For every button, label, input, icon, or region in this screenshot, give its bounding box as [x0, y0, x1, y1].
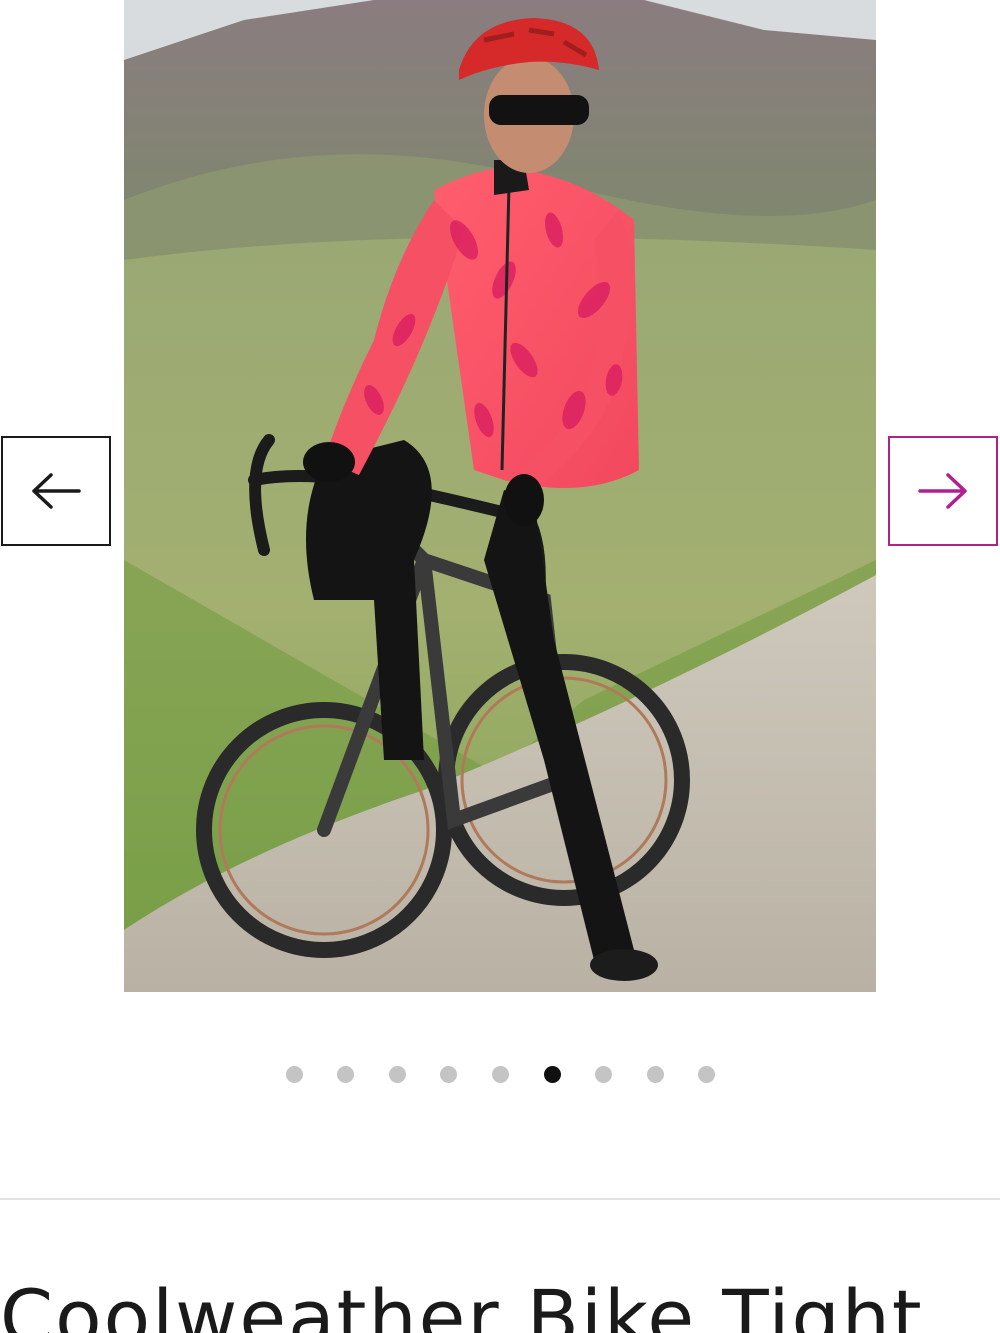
- section-divider: [0, 1198, 1000, 1200]
- product-page: Coolweather Bike Tight: [0, 0, 1000, 1333]
- pagination-dot[interactable]: [337, 1066, 355, 1083]
- next-image-button[interactable]: [888, 436, 998, 546]
- pagination-dot[interactable]: [285, 1066, 303, 1083]
- product-photo[interactable]: [124, 0, 876, 992]
- arrow-left-icon: [32, 473, 81, 509]
- pagination-dot[interactable]: [440, 1066, 458, 1083]
- pagination-dot[interactable]: [646, 1066, 664, 1083]
- previous-image-button[interactable]: [1, 436, 111, 546]
- carousel-pagination: [0, 1066, 1000, 1086]
- product-title: Coolweather Bike Tight: [0, 1273, 924, 1333]
- pagination-dot[interactable]: [491, 1066, 509, 1083]
- pagination-dot[interactable]: [388, 1066, 406, 1083]
- pagination-dot[interactable]: [698, 1066, 716, 1083]
- arrow-right-icon: [918, 473, 967, 509]
- pagination-dot-active[interactable]: [543, 1066, 561, 1083]
- pagination-dot[interactable]: [595, 1066, 613, 1083]
- product-image-carousel: [0, 0, 1000, 1000]
